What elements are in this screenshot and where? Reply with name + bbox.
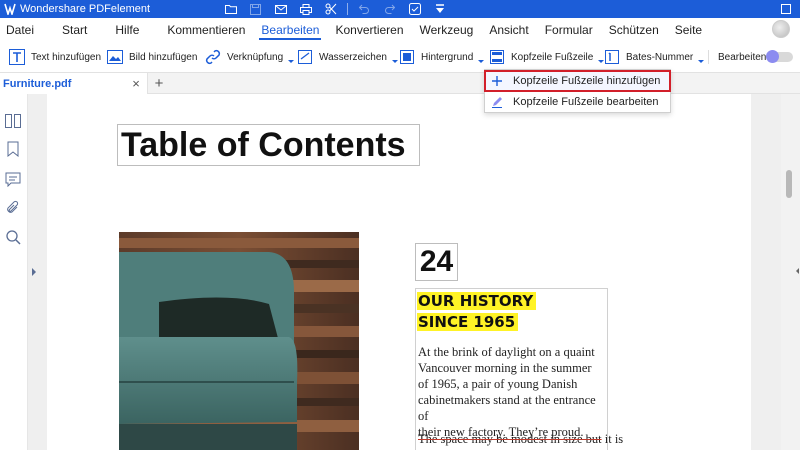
- background-icon: [398, 48, 416, 66]
- pencil-icon: [490, 95, 504, 109]
- paragraph-line: At the brink of daylight on a quaint: [418, 345, 595, 359]
- search-icon[interactable]: [4, 228, 22, 246]
- add-image-label: Bild hinzufügen: [129, 51, 198, 63]
- minimize-icon[interactable]: [780, 3, 792, 15]
- check-icon[interactable]: [402, 0, 427, 18]
- edit-mode-label: Bearbeiten: [718, 51, 767, 63]
- document-tab-bar: Furniture.pdf × +: [0, 72, 800, 94]
- menu-werkzeug[interactable]: Werkzeug: [412, 18, 482, 42]
- tab-filename: Furniture.pdf: [3, 77, 72, 90]
- app-title: Wondershare PDFelement: [20, 3, 151, 15]
- chevron-down-icon: [698, 59, 705, 63]
- close-icon[interactable]: ×: [129, 76, 143, 91]
- header-footer-dropdown: Kopfzeile Fußzeile hinzufügen Kopfzeile …: [484, 69, 671, 113]
- link-label: Verknüpfung: [227, 51, 284, 63]
- add-image-button[interactable]: Bild hinzufügen: [106, 42, 197, 72]
- add-text-label: Text hinzufügen: [31, 51, 102, 63]
- more-icon[interactable]: [427, 0, 452, 18]
- document-title[interactable]: Table of Contents: [117, 124, 420, 166]
- edit-mode-label-wrap: Bearbeiten: [718, 42, 766, 72]
- new-tab-button[interactable]: +: [151, 74, 167, 92]
- image-icon: [106, 48, 124, 66]
- add-header-footer-item[interactable]: Kopfzeile Fußzeile hinzufügen: [484, 70, 671, 92]
- chevron-down-icon: [478, 59, 485, 63]
- redo-icon[interactable]: [377, 0, 402, 18]
- comment-icon[interactable]: [4, 170, 22, 188]
- menu-hilfe[interactable]: Hilfe: [107, 18, 147, 42]
- toolbar-separator: [708, 50, 709, 64]
- background-label: Hintergrund: [421, 51, 474, 63]
- edit-header-footer-label: Kopfzeile Fußzeile bearbeiten: [513, 96, 659, 108]
- watermark-icon: [296, 48, 314, 66]
- menu-start[interactable]: Start: [54, 18, 95, 42]
- edit-toolbar: Text hinzufügen Bild hinzufügen Verknüpf…: [0, 42, 800, 72]
- avatar[interactable]: [772, 20, 790, 38]
- bates-number-icon: [603, 48, 621, 66]
- link-icon: [204, 48, 222, 66]
- edit-mode-toggle[interactable]: [766, 50, 793, 63]
- background-button[interactable]: Hintergrund: [398, 42, 485, 72]
- paragraph-text[interactable]: At the brink of daylight on a quaint Van…: [418, 344, 608, 440]
- scrollbar-thumb[interactable]: [786, 170, 792, 198]
- paragraph-continuation: it is: [601, 432, 624, 446]
- undo-icon[interactable]: [352, 0, 377, 18]
- text-icon: [8, 48, 26, 66]
- plus-icon: [490, 74, 504, 88]
- strikethrough-text: The space may be modest in size but: [418, 432, 602, 446]
- page-number-box[interactable]: 24: [415, 243, 458, 281]
- chevron-down-icon: [288, 59, 295, 63]
- menu-bearbeiten[interactable]: Bearbeiten: [253, 18, 327, 42]
- separator: [347, 3, 349, 15]
- bates-number-button[interactable]: Bates-Nummer: [603, 42, 705, 72]
- header-footer-button[interactable]: Kopfzeile Fußzeile: [488, 42, 605, 72]
- header-footer-label: Kopfzeile Fußzeile: [511, 51, 594, 63]
- link-button[interactable]: Verknüpfung: [204, 42, 295, 72]
- edit-header-footer-item[interactable]: Kopfzeile Fußzeile bearbeiten: [485, 92, 670, 112]
- menu-schuetzen[interactable]: Schützen: [601, 18, 667, 42]
- share-icon[interactable]: [318, 0, 343, 18]
- strikethrough-paragraph[interactable]: The space may be modest in size but it i…: [418, 431, 623, 447]
- right-panel-expand-icon[interactable]: [796, 268, 799, 274]
- add-text-button[interactable]: Text hinzufügen: [8, 42, 101, 72]
- history-line-2: SINCE 1965: [417, 313, 519, 331]
- menu-konvertieren[interactable]: Konvertieren: [327, 18, 411, 42]
- menu-seite[interactable]: Seite: [667, 18, 710, 42]
- menu-formular[interactable]: Formular: [537, 18, 601, 42]
- chair-photo[interactable]: [119, 232, 359, 450]
- folder-icon[interactable]: [218, 0, 243, 18]
- app-logo-icon: [3, 2, 17, 16]
- paragraph-line: of 1965, a pair of young Danish: [418, 377, 578, 391]
- header-footer-icon: [488, 48, 506, 66]
- menu-kommentieren[interactable]: Kommentieren: [159, 18, 253, 42]
- mail-icon[interactable]: [268, 0, 293, 18]
- paragraph-line: cabinetmakers stand at the entrance of: [418, 393, 596, 423]
- bookmark-icon[interactable]: [4, 140, 22, 158]
- watermark-button[interactable]: Wasserzeichen: [296, 42, 398, 72]
- menu-bar: Datei Start Hilfe Kommentieren Bearbeite…: [0, 18, 800, 42]
- attachment-icon[interactable]: [4, 199, 22, 217]
- tab-furniture-pdf[interactable]: Furniture.pdf ×: [0, 73, 148, 94]
- left-sidebar: [0, 94, 28, 450]
- thumbnails-icon[interactable]: [4, 112, 22, 130]
- paragraph-line: Vancouver morning in the summer: [418, 361, 592, 375]
- sidebar-expand-icon[interactable]: [32, 268, 36, 276]
- print-icon[interactable]: [293, 0, 318, 18]
- bates-number-label: Bates-Nummer: [626, 51, 694, 63]
- history-heading[interactable]: OUR HISTORY SINCE 1965: [417, 291, 537, 333]
- title-bar: Wondershare PDFelement: [0, 0, 800, 18]
- menu-ansicht[interactable]: Ansicht: [481, 18, 536, 42]
- history-line-1: OUR HISTORY: [417, 292, 537, 310]
- add-header-footer-label: Kopfzeile Fußzeile hinzufügen: [513, 75, 661, 87]
- watermark-label: Wasserzeichen: [319, 51, 387, 63]
- toggle-knob: [766, 50, 779, 63]
- menu-datei[interactable]: Datei: [0, 18, 42, 42]
- save-icon[interactable]: [243, 0, 268, 18]
